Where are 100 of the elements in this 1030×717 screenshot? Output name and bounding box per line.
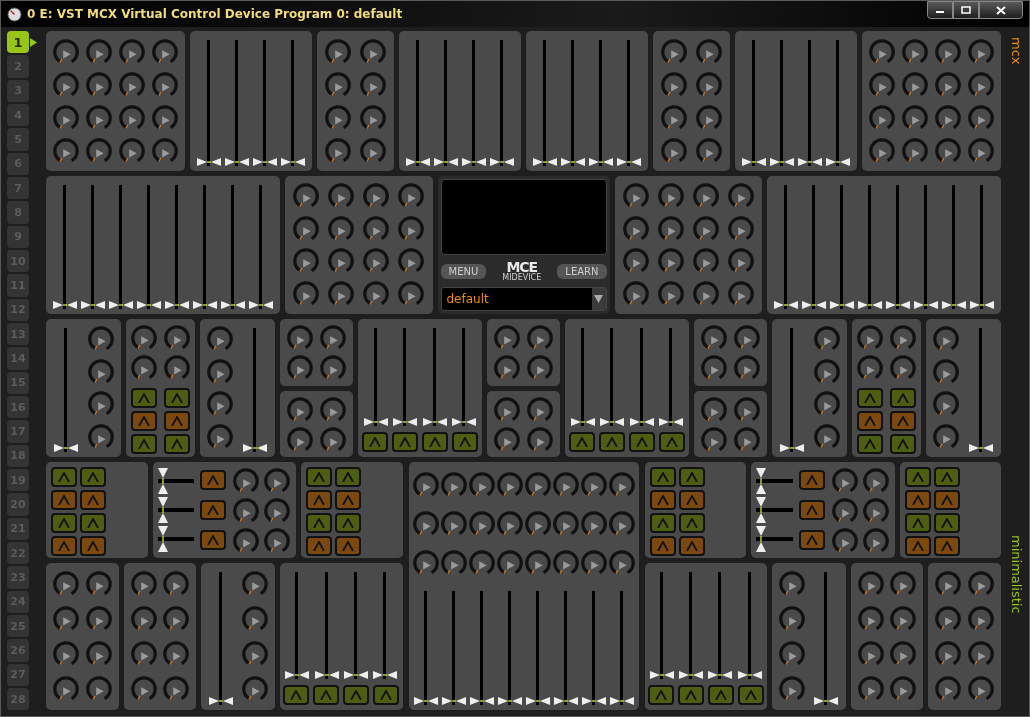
knob[interactable] [232,527,260,555]
fader-handle[interactable] [826,158,850,166]
knob[interactable] [86,357,115,386]
fader-handle[interactable] [157,525,168,552]
knob[interactable] [901,70,929,99]
knob[interactable] [733,324,762,352]
fader-handle[interactable] [773,301,798,309]
fader-handle[interactable] [742,158,766,166]
pad-button[interactable] [361,432,388,452]
pad-button[interactable] [678,536,705,556]
fader-handle[interactable] [314,671,339,679]
knob[interactable] [241,639,270,668]
pad-button[interactable] [904,490,931,510]
knob[interactable] [934,103,962,132]
fader-handle[interactable] [193,301,218,309]
fader-handle[interactable] [243,444,267,452]
knob[interactable] [526,354,555,382]
knob[interactable] [467,510,496,538]
knob[interactable] [285,354,314,382]
learn-button[interactable]: LEARN [557,263,607,279]
pad-button[interactable] [130,434,157,454]
knob[interactable] [292,279,321,308]
fader-handle[interactable] [452,418,476,426]
fader-handle[interactable] [393,418,418,426]
knob[interactable] [607,548,636,577]
fader-handle[interactable] [343,671,368,679]
pad-button[interactable] [890,434,917,454]
pad-button[interactable] [933,467,960,487]
pad-button[interactable] [200,470,226,491]
knob[interactable] [934,136,962,165]
knob[interactable] [813,357,842,386]
fader-handle[interactable] [422,418,447,426]
fader-handle[interactable] [857,301,882,309]
fader-handle[interactable] [679,671,704,679]
knob[interactable] [523,548,552,577]
fader-handle[interactable] [109,301,134,309]
knob[interactable] [292,214,321,243]
knob[interactable] [52,70,80,99]
knob[interactable] [492,425,521,454]
pad-button[interactable] [798,500,825,520]
pad-button[interactable] [904,513,931,533]
pad-button[interactable] [306,490,332,510]
fader-handle[interactable] [553,697,578,705]
fader-handle[interactable] [561,158,585,166]
pad-button[interactable] [933,536,960,556]
knob[interactable] [856,674,885,703]
knob[interactable] [551,510,580,538]
pad-button[interactable] [306,536,332,556]
fader-handle[interactable] [253,158,277,166]
knob[interactable] [726,279,755,308]
fader-handle[interactable] [756,468,766,495]
knob[interactable] [526,324,555,352]
pad-button[interactable] [335,513,361,533]
knob[interactable] [656,279,685,308]
knob[interactable] [660,136,688,165]
pad-button[interactable] [80,513,106,533]
knob[interactable] [263,467,291,495]
pad-button[interactable] [904,467,931,487]
fader-handle[interactable] [441,697,466,705]
knob[interactable] [324,70,352,99]
knob[interactable] [856,324,885,352]
knob[interactable] [695,70,723,99]
knob[interactable] [777,674,806,703]
knob[interactable] [901,136,929,165]
knob[interactable] [118,136,146,165]
knob[interactable] [467,548,496,577]
knob[interactable] [660,103,688,132]
knob[interactable] [526,395,555,424]
pad-button[interactable] [163,434,190,454]
knob[interactable] [699,425,728,454]
knob[interactable] [85,103,113,132]
knob[interactable] [129,354,158,382]
knob[interactable] [232,497,260,525]
pad-button[interactable] [568,432,595,452]
maximize-button[interactable] [953,1,979,19]
fader-handle[interactable] [659,418,684,426]
knob[interactable] [861,527,890,555]
fader-handle[interactable] [756,525,766,552]
pad-button[interactable] [933,490,960,510]
knob[interactable] [699,395,728,424]
pad-button[interactable] [335,536,361,556]
pad-button[interactable] [933,513,960,533]
knob[interactable] [856,639,885,668]
fader-handle[interactable] [629,418,654,426]
knob[interactable] [856,354,885,382]
knob[interactable] [726,214,755,243]
pad-button[interactable] [647,685,674,705]
knob[interactable] [932,422,961,451]
fader-handle[interactable] [708,671,733,679]
knob[interactable] [205,422,234,451]
pad-button[interactable] [677,685,704,705]
pad-button[interactable] [857,388,884,408]
preset-dropdown[interactable]: default [440,287,607,311]
knob[interactable] [359,37,387,66]
knob[interactable] [151,37,179,66]
fader-handle[interactable] [372,671,397,679]
knob[interactable] [118,103,146,132]
knob[interactable] [492,354,521,382]
fader-handle[interactable] [157,468,168,495]
knob[interactable] [362,214,391,243]
